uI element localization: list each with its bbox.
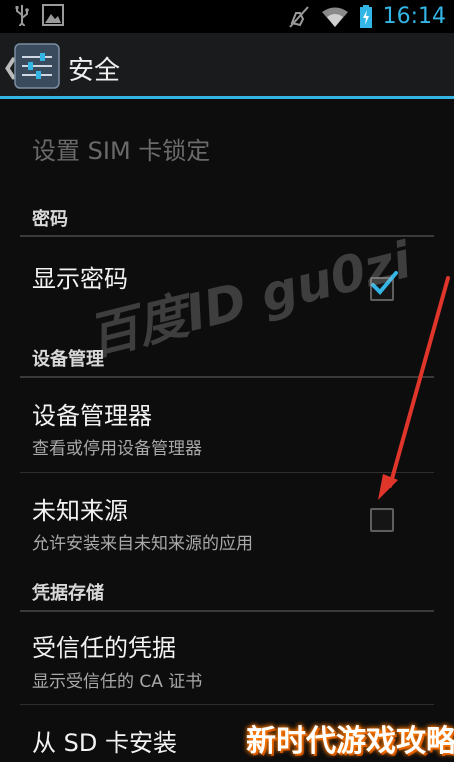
section-header-device-admin: 设备管理: [32, 349, 104, 370]
section-header-credential-storage: 凭据存储: [32, 583, 104, 604]
unknown-sources-item[interactable]: 未知来源 允许安装来自未知来源的应用: [0, 473, 454, 565]
checkmark-icon: [371, 271, 398, 295]
device-admins-label: 设备管理器: [32, 402, 152, 430]
screenshot-icon: [42, 4, 64, 26]
page-title: 安全: [68, 56, 121, 86]
unknown-sources-checkbox[interactable]: [370, 508, 394, 532]
device-admins-summary: 查看或停用设备管理器: [32, 439, 202, 459]
trusted-credentials-summary: 显示受信任的 CA 证书: [32, 672, 203, 692]
device-admins-item[interactable]: 设备管理器 查看或停用设备管理器: [0, 378, 454, 472]
sim-lock-label: 设置 SIM 卡锁定: [32, 137, 211, 165]
trusted-credentials-item[interactable]: 受信任的凭据 显示受信任的 CA 证书: [0, 612, 454, 704]
action-bar: ❮ 安全: [0, 33, 454, 99]
unknown-sources-summary: 允许安装来自未知来源的应用: [32, 534, 253, 554]
usb-icon: [14, 4, 30, 26]
show-password-checkbox[interactable]: [370, 271, 398, 301]
install-from-sd-label: 从 SD 卡安装: [32, 729, 177, 757]
status-time: 16:14: [382, 4, 446, 29]
show-password-item[interactable]: 显示密码: [0, 237, 454, 341]
battery-charging-icon: [359, 4, 373, 29]
sim-lock-item[interactable]: 设置 SIM 卡锁定: [0, 99, 454, 189]
show-password-label: 显示密码: [32, 265, 128, 293]
section-header-password: 密码: [32, 209, 68, 230]
security-settings-icon[interactable]: [14, 43, 60, 89]
vibrate-off-icon: [287, 5, 311, 29]
unknown-sources-label: 未知来源: [32, 497, 128, 525]
status-bar: 16:14: [0, 0, 454, 33]
wifi-icon: [321, 6, 349, 28]
trusted-credentials-label: 受信任的凭据: [32, 634, 176, 662]
corner-badge-text: 新时代游戏攻略: [246, 724, 454, 759]
